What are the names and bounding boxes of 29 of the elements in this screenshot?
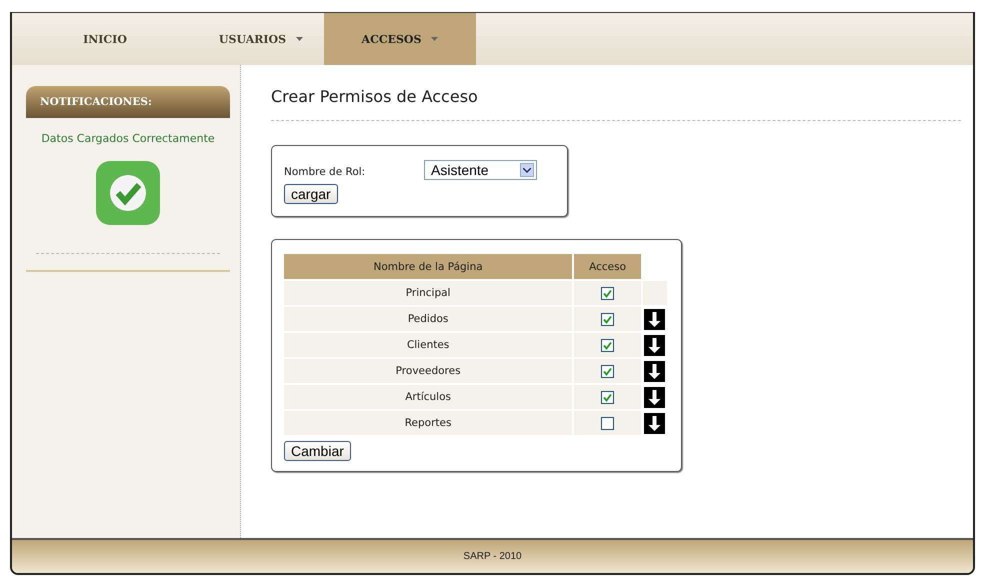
column-header: Acceso (574, 254, 641, 279)
access-checkbox[interactable] (601, 390, 614, 404)
caret-icon (296, 37, 304, 41)
table-cell: Proveedores (284, 359, 572, 383)
table-cell: Clientes (284, 333, 572, 357)
page-title: Crear Permisos de Acceso (271, 87, 961, 121)
load-button[interactable]: cargar (284, 184, 338, 204)
nav-tab[interactable]: USUARIOS (198, 13, 324, 65)
role-label: Nombre de Rol: (284, 166, 366, 178)
nav-tab[interactable]: INICIO (12, 13, 198, 65)
footer-text: SARP - 2010 (463, 551, 522, 562)
table-cell: Reportes (284, 411, 572, 435)
nav-tab[interactable]: ACCESOS (324, 13, 476, 65)
table-cell: Principal (284, 281, 572, 305)
notification-message: Datos Cargados Correctamente (41, 132, 215, 145)
table-cell: Artículos (284, 385, 572, 409)
table-cell: Pedidos (284, 307, 572, 331)
caret-icon (520, 163, 534, 177)
access-checkbox[interactable] (601, 338, 614, 352)
access-checkbox[interactable] (601, 312, 614, 326)
column-header: Nombre de la Página (284, 254, 572, 279)
access-checkbox[interactable] (601, 364, 614, 378)
role-select[interactable]: Asistente (424, 160, 537, 180)
access-checkbox[interactable] (601, 286, 614, 300)
success-check-icon (96, 161, 160, 225)
change-button[interactable]: Cambiar (284, 441, 351, 461)
access-checkbox[interactable] (601, 416, 614, 430)
sidebar-header: NOTIFICACIONES: (26, 86, 230, 118)
caret-icon (431, 37, 438, 41)
